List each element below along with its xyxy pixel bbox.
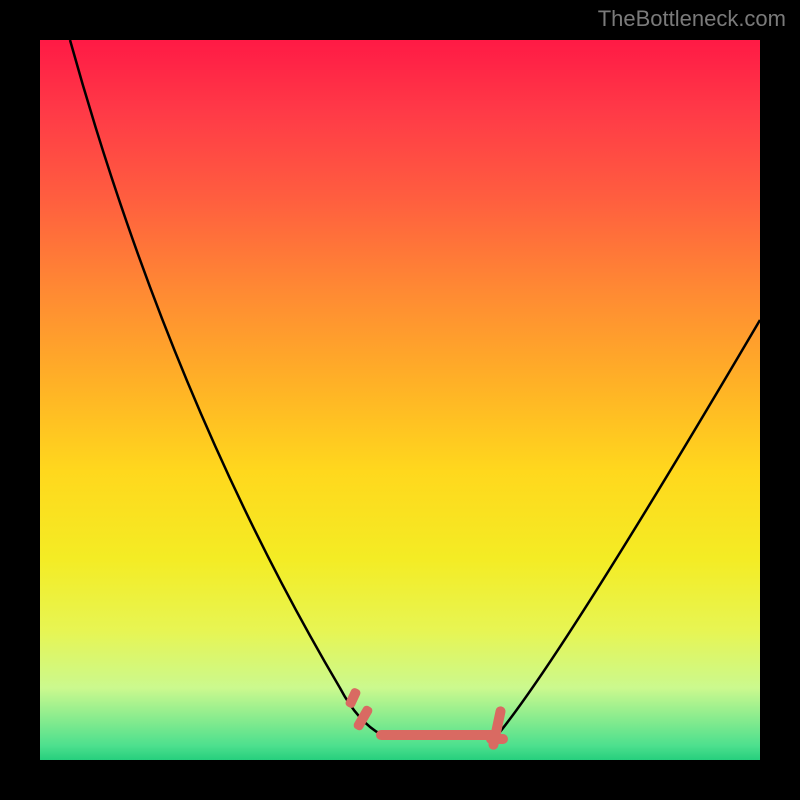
curve-left [70, 40, 388, 738]
highlight-segments [344, 687, 508, 751]
chart-svg [40, 40, 760, 760]
watermark-text: TheBottleneck.com [598, 6, 786, 32]
chart-frame: TheBottleneck.com [0, 0, 800, 800]
curve-right [495, 320, 760, 738]
